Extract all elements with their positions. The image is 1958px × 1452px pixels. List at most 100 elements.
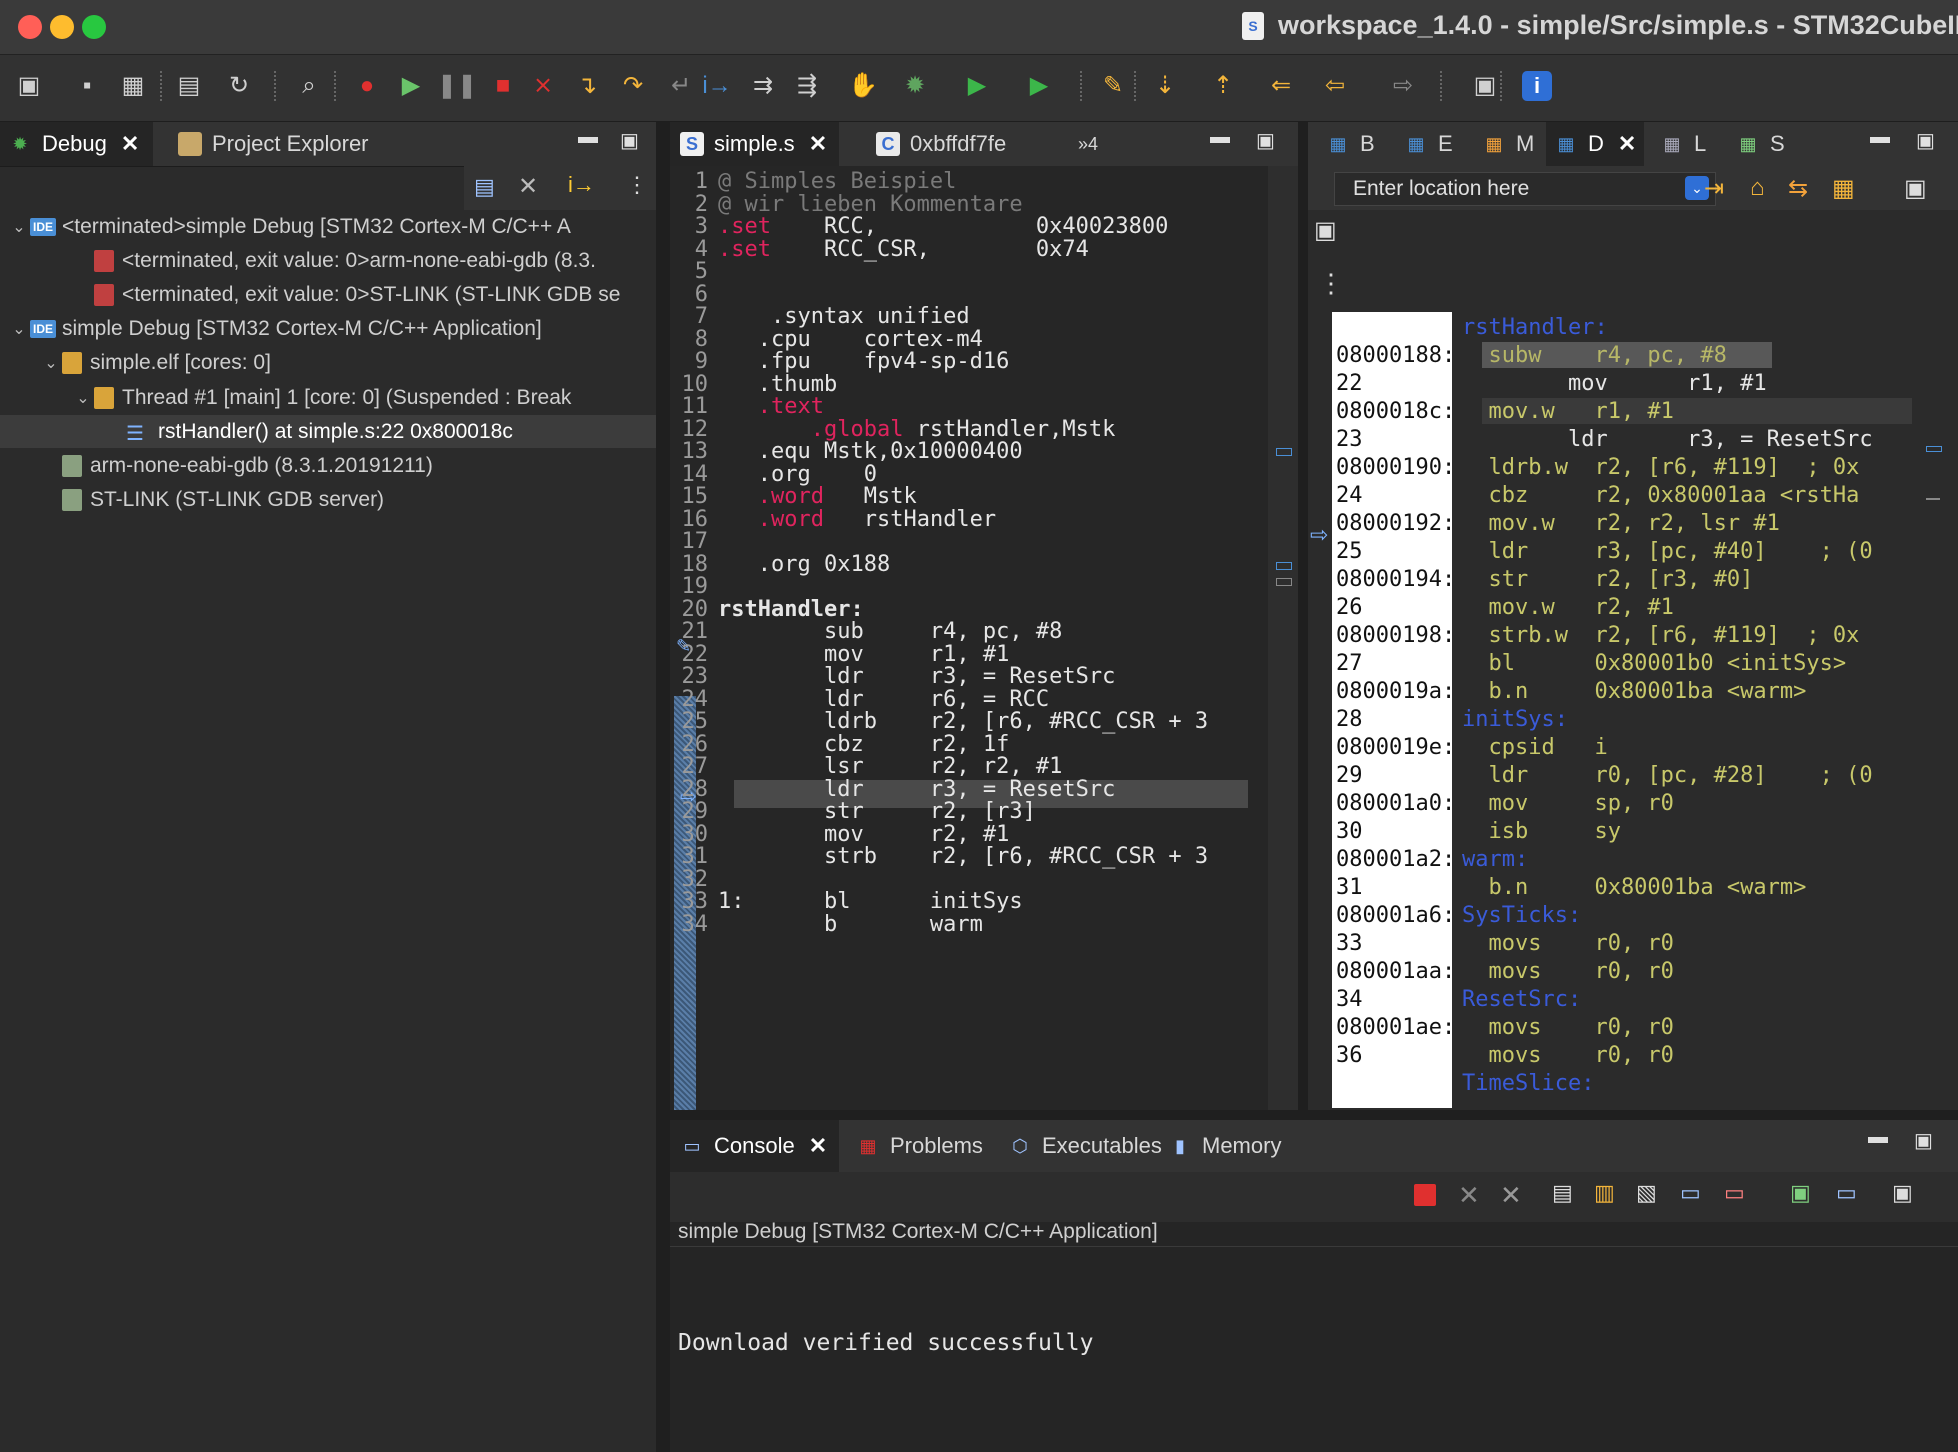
- binary-icon[interactable]: ▤: [172, 69, 206, 103]
- location-input[interactable]: Enter location here ⌄: [1334, 172, 1716, 206]
- tree-item[interactable]: <terminated, exit value: 0>ST-LINK (ST-L…: [0, 278, 656, 311]
- code-editor[interactable]: ⇨ ✎ 1 @ Simples Beispiel 2 @ wir lieben Kom…: [670, 166, 1298, 1110]
- open-perspective-icon[interactable]: ▣: [1468, 69, 1502, 103]
- terminate-icon[interactable]: ■: [486, 69, 520, 103]
- chevron-down-icon[interactable]: ⌄: [72, 388, 94, 408]
- close-tab-icon[interactable]: ✕: [809, 1133, 827, 1159]
- go-to-pc-icon[interactable]: ⇥: [1704, 174, 1724, 203]
- new-view-icon[interactable]: ▣: [1904, 174, 1927, 203]
- collapse-all-icon[interactable]: ▤: [474, 174, 504, 202]
- overview-ruler[interactable]: [1268, 166, 1298, 1110]
- chevron-down-icon[interactable]: ⌄: [8, 217, 30, 237]
- tree-item[interactable]: ST-LINK (ST-LINK GDB server): [0, 484, 656, 517]
- close-tab-icon[interactable]: ✕: [121, 131, 139, 157]
- remove-terminated-icon[interactable]: ✕: [518, 172, 548, 200]
- maximize-editor-icon[interactable]: ▣: [1256, 128, 1275, 153]
- minimize-view-icon[interactable]: ▬: [1868, 1126, 1888, 1149]
- console-output[interactable]: Download verified successfully: [678, 1330, 1093, 1356]
- tree-item[interactable]: arm-none-eabi-gdb (8.3.1.20191211): [0, 449, 656, 482]
- panel-sash[interactable]: [670, 1110, 1958, 1120]
- step-return-icon[interactable]: ↵: [664, 69, 698, 103]
- instruction-step-icon[interactable]: i→: [700, 69, 734, 103]
- tab-live-expressions[interactable]: ▦ L: [1652, 122, 1714, 166]
- tab-project-explorer[interactable]: Project Explorer: [168, 122, 379, 166]
- panel-sash[interactable]: [656, 122, 670, 1452]
- overview-ruler[interactable]: [1922, 312, 1952, 1108]
- zoom-window-button[interactable]: [82, 15, 106, 39]
- tab-modules[interactable]: ▦ M: [1474, 122, 1542, 166]
- pin-console-icon[interactable]: ▣: [1790, 1180, 1811, 1206]
- step-over-icon[interactable]: ↷: [616, 69, 650, 103]
- last-edit-icon[interactable]: ⇐: [1264, 69, 1298, 103]
- info-icon[interactable]: i: [1522, 71, 1552, 101]
- new-icon[interactable]: ▣: [12, 69, 46, 103]
- clear-console-icon[interactable]: ▤: [1552, 1180, 1573, 1206]
- chevron-down-icon[interactable]: ⌄: [8, 319, 30, 339]
- remove-launch-icon[interactable]: ✕: [1458, 1180, 1480, 1211]
- show-source-icon[interactable]: ▦: [1832, 174, 1855, 203]
- save-icon[interactable]: ▪: [70, 69, 104, 103]
- suspend-icon[interactable]: ❚❚: [437, 69, 477, 103]
- resume-icon[interactable]: ▶: [394, 69, 428, 103]
- panel-sash[interactable]: [1298, 122, 1308, 1110]
- search-icon[interactable]: ⌕: [292, 69, 326, 103]
- tree-item[interactable]: ⌄ Thread #1 [main] 1 [core: 0] (Suspended…: [0, 381, 656, 414]
- terminate-icon[interactable]: [1414, 1184, 1436, 1206]
- tree-item[interactable]: ⌄ simple.elf [cores: 0]: [0, 347, 656, 380]
- word-wrap-icon[interactable]: ▧: [1636, 1180, 1657, 1206]
- tree-item[interactable]: ⌄ IDE simple Debug [STM32 Cortex-M C/C++ A…: [0, 313, 656, 346]
- refresh-icon[interactable]: ↻: [222, 69, 256, 103]
- tab-expressions[interactable]: ▦ E: [1396, 122, 1461, 166]
- open-new-view-icon[interactable]: ▣: [1314, 216, 1337, 245]
- open-console-icon[interactable]: ▣: [1892, 1180, 1913, 1206]
- use-step-filters-icon[interactable]: ⇶: [790, 69, 824, 103]
- tab-executables[interactable]: ⬡ Executables: [998, 1120, 1174, 1172]
- tree-item[interactable]: ☰ rstHandler() at simple.s:22 0x800018c: [0, 415, 656, 449]
- tab-memory[interactable]: ▮ Memory: [1158, 1120, 1293, 1172]
- back-icon[interactable]: ⇦: [1318, 69, 1352, 103]
- run-icon[interactable]: ▶: [960, 69, 994, 103]
- tab-problems[interactable]: ▦ Problems: [846, 1120, 995, 1172]
- link-with-editor-icon[interactable]: ⇆: [1788, 174, 1808, 203]
- disassembly-lines[interactable]: rstHandler: 08000188: subw r4, pc, #8 22 m…: [1332, 312, 1938, 1108]
- maximize-view-icon[interactable]: ▣: [1914, 1128, 1933, 1153]
- tab-address[interactable]: C 0xbffdf7fe: [866, 122, 1016, 166]
- external-tools-icon[interactable]: ▶: [1022, 69, 1056, 103]
- minimize-window-button[interactable]: [50, 15, 74, 39]
- view-menu-icon[interactable]: ⋮: [1318, 268, 1344, 299]
- maximize-view-icon[interactable]: ▣: [1916, 128, 1935, 153]
- tree-item[interactable]: <terminated, exit value: 0>arm-none-eabi…: [0, 244, 656, 277]
- tree-item[interactable]: ⌄ IDE <terminated>simple Debug [STM32 Cort…: [0, 210, 656, 243]
- home-icon[interactable]: ⌂: [1750, 174, 1765, 202]
- tab-simple-s[interactable]: S simple.s ✕: [670, 122, 840, 166]
- tab-breakpoints[interactable]: ▦ B: [1318, 122, 1383, 166]
- close-window-button[interactable]: [18, 15, 42, 39]
- disconnect-icon[interactable]: ⨯: [526, 69, 560, 103]
- build-icon[interactable]: ✋: [846, 69, 880, 103]
- drop-frame-icon[interactable]: ⇉: [746, 69, 780, 103]
- view-menu-icon[interactable]: ⋮: [626, 172, 648, 200]
- remove-all-icon[interactable]: ✕: [1500, 1180, 1522, 1211]
- minimize-view-icon[interactable]: ▬: [578, 126, 598, 149]
- tab-disassembly[interactable]: ▦ D ✕: [1546, 122, 1645, 166]
- show-on-error-icon[interactable]: ▭: [1724, 1180, 1745, 1206]
- tab-debug[interactable]: ✹ Debug ✕: [0, 122, 154, 166]
- debug-icon[interactable]: ✹: [898, 69, 932, 103]
- minimize-editor-icon[interactable]: ▬: [1210, 126, 1230, 149]
- show-on-output-icon[interactable]: ▭: [1680, 1180, 1701, 1206]
- close-tab-icon[interactable]: ✕: [809, 131, 827, 157]
- display-console-icon[interactable]: ▭: [1836, 1180, 1857, 1206]
- tab-console[interactable]: ▭ Console ✕: [670, 1120, 840, 1172]
- edit-icon[interactable]: ✎: [1096, 69, 1130, 103]
- maximize-view-icon[interactable]: ▣: [620, 128, 639, 153]
- save-all-icon[interactable]: ▦: [116, 69, 150, 103]
- chevron-down-icon[interactable]: ⌄: [40, 353, 62, 373]
- more-tabs-button[interactable]: »4: [1078, 122, 1098, 166]
- prev-annotation-icon[interactable]: ⇡: [1206, 69, 1240, 103]
- step-into-icon[interactable]: ↴: [570, 69, 604, 103]
- close-tab-icon[interactable]: ✕: [1618, 131, 1636, 157]
- scroll-lock-icon[interactable]: ▥: [1594, 1180, 1615, 1206]
- instruction-stepping-icon[interactable]: i→: [568, 172, 602, 200]
- breakpoint-icon[interactable]: ●: [350, 69, 384, 103]
- next-annotation-icon[interactable]: ⇣: [1148, 69, 1182, 103]
